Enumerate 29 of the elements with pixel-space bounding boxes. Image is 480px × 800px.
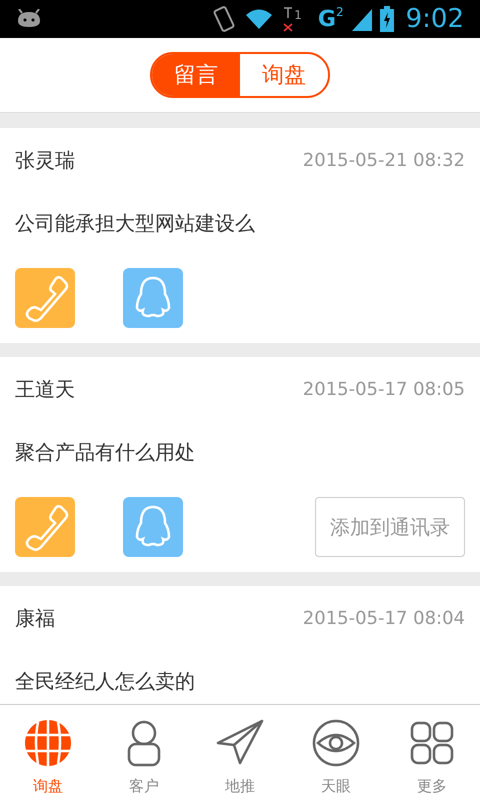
message-text: 聚合产品有什么用处 bbox=[15, 439, 196, 466]
add-contact-button[interactable]: 添加到通讯录 bbox=[315, 497, 465, 557]
globe-icon bbox=[24, 719, 72, 767]
sender-name: 张灵瑞 bbox=[15, 147, 75, 174]
message-text: 全民经纪人怎么卖的 bbox=[15, 668, 196, 695]
message-text: 公司能承担大型网站建设么 bbox=[15, 210, 256, 237]
message-time: 2015-05-17 08:05 bbox=[302, 378, 465, 402]
sim-label: 1 bbox=[294, 7, 302, 24]
grid-icon bbox=[408, 719, 456, 767]
network-label: G bbox=[318, 6, 336, 34]
android-icon bbox=[16, 9, 42, 29]
call-button[interactable] bbox=[15, 497, 75, 557]
message-time: 2015-05-21 08:32 bbox=[302, 148, 465, 172]
clock: 9:02 bbox=[406, 6, 464, 32]
call-button[interactable] bbox=[15, 268, 75, 328]
segment-tab[interactable]: 留言 bbox=[152, 54, 240, 96]
chat-button[interactable] bbox=[123, 497, 183, 557]
wifi-icon bbox=[244, 7, 274, 31]
signal-off-icon bbox=[282, 6, 294, 32]
sim-label: 2 bbox=[336, 4, 344, 20]
chat-button[interactable] bbox=[123, 268, 183, 328]
paper-plane-icon bbox=[216, 719, 264, 767]
sender-name: 王道天 bbox=[15, 376, 75, 403]
vibrate-icon bbox=[212, 5, 236, 33]
message-time: 2015-05-17 08:04 bbox=[302, 606, 465, 630]
sender-name: 康福 bbox=[15, 605, 55, 632]
eye-icon bbox=[312, 719, 360, 767]
signal-icon bbox=[352, 7, 372, 31]
battery-icon bbox=[380, 6, 394, 32]
